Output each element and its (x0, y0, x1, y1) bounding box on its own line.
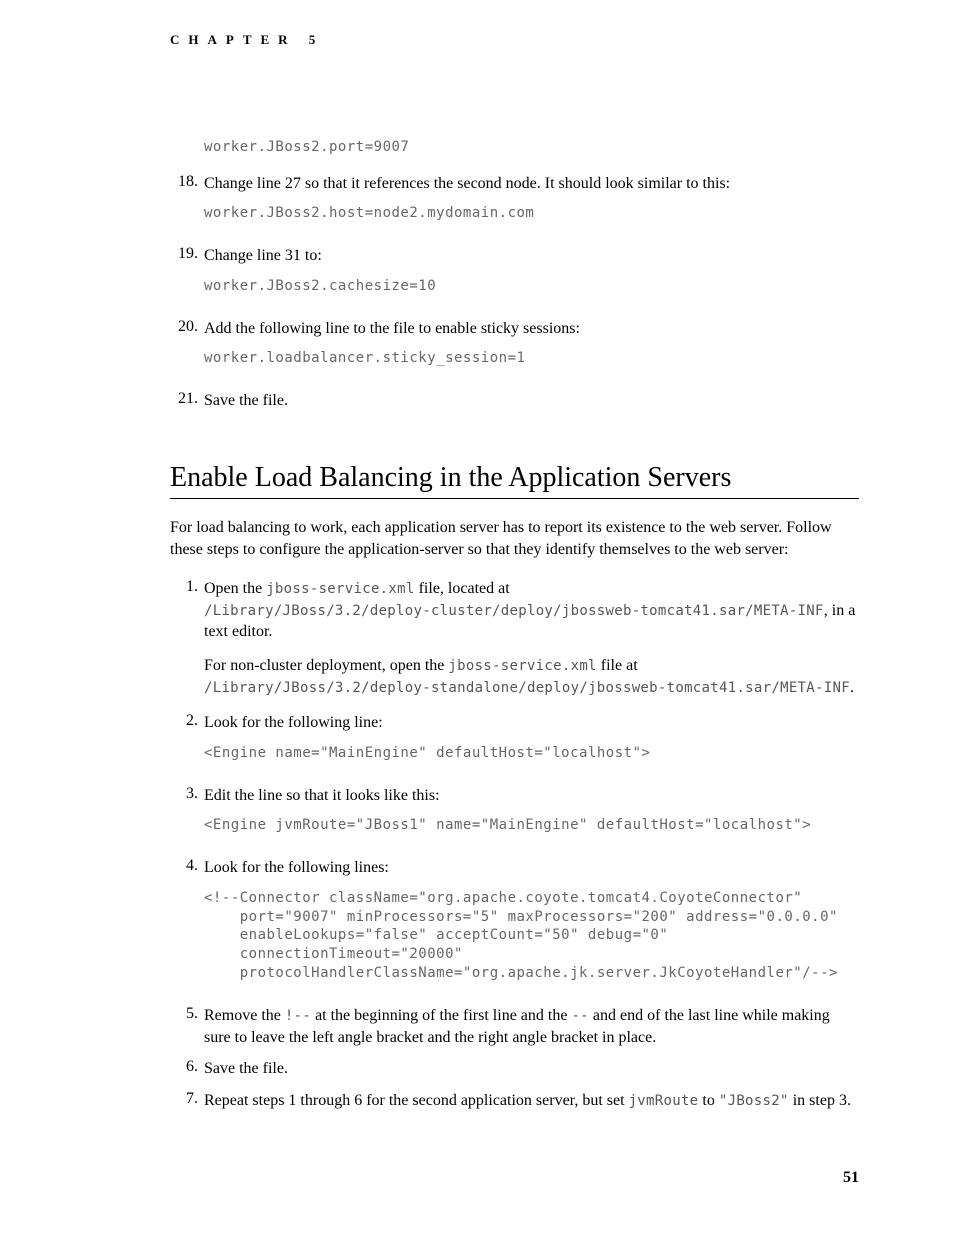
list-item: 2. Look for the following line: <Engine … (170, 712, 859, 778)
code-block: <!--Connector className="org.apache.coyo… (204, 889, 859, 983)
inline-code: jboss-service.xml (448, 658, 596, 674)
code-block: worker.JBoss2.port=9007 (204, 138, 859, 157)
inline-code: -- (571, 1008, 588, 1024)
list-number: 19. (170, 245, 204, 311)
list-item: 7. Repeat steps 1 through 6 for the seco… (170, 1090, 859, 1112)
text: Open the (204, 580, 266, 597)
text: to (698, 1092, 718, 1109)
text: file at (597, 657, 638, 674)
inline-code-path: /Library/JBoss/3.2/deploy-cluster/deploy… (204, 603, 824, 619)
text: . (850, 679, 854, 696)
text: file, located at (415, 580, 510, 597)
inline-code: "JBoss2" (719, 1093, 789, 1109)
list-text: Save the file. (204, 392, 288, 409)
list-item: 18. Change line 27 so that it references… (170, 173, 859, 239)
section-heading: Enable Load Balancing in the Application… (170, 462, 859, 494)
list-number: 7. (170, 1090, 204, 1112)
list-number: 20. (170, 318, 204, 384)
code-block: <Engine jvmRoute="JBoss1" name="MainEngi… (204, 816, 859, 835)
list-item: 4. Look for the following lines: <!--Con… (170, 857, 859, 999)
code-block: worker.JBoss2.host=node2.mydomain.com (204, 204, 859, 223)
text: at the beginning of the first line and t… (311, 1007, 571, 1024)
list-text: Edit the line so that it looks like this… (204, 787, 440, 804)
list-number: 2. (170, 712, 204, 778)
inline-code: jvmRoute (629, 1093, 699, 1109)
list-text: Change line 27 so that it references the… (204, 175, 730, 192)
list-text: Add the following line to the file to en… (204, 320, 580, 337)
text: in step 3. (789, 1092, 851, 1109)
list-item: 6. Save the file. (170, 1058, 859, 1080)
inline-code-path: /Library/JBoss/3.2/deploy-standalone/dep… (204, 680, 850, 696)
list-item: 1. Open the jboss-service.xml file, loca… (170, 578, 859, 698)
section-rule (170, 498, 859, 499)
chapter-label: CHAPTER 5 (170, 32, 859, 48)
code-block: worker.loadbalancer.sticky_session=1 (204, 349, 859, 368)
list-number: 21. (170, 390, 204, 412)
text: Remove the (204, 1007, 285, 1024)
list-item: 5. Remove the !-- at the beginning of th… (170, 1005, 859, 1048)
list-number: 3. (170, 785, 204, 851)
list-number: 18. (170, 173, 204, 239)
list-item: 3. Edit the line so that it looks like t… (170, 785, 859, 851)
code-block: worker.JBoss2.cachesize=10 (204, 277, 859, 296)
text: For non-cluster deployment, open the (204, 657, 448, 674)
code-block: <Engine name="MainEngine" defaultHost="l… (204, 744, 859, 763)
list-item: 19. Change line 31 to: worker.JBoss2.cac… (170, 245, 859, 311)
text: Repeat steps 1 through 6 for the second … (204, 1092, 629, 1109)
list-number: 1. (170, 578, 204, 698)
list-item: 21. Save the file. (170, 390, 859, 412)
inline-code: !-- (285, 1008, 311, 1024)
list-text: Look for the following line: (204, 714, 383, 731)
section-intro: For load balancing to work, each applica… (170, 517, 859, 560)
page-number: 51 (843, 1169, 859, 1187)
list-text: Change line 31 to: (204, 247, 322, 264)
list-number: 4. (170, 857, 204, 999)
list-text: Look for the following lines: (204, 859, 389, 876)
inline-code: jboss-service.xml (266, 581, 414, 597)
list-number: 6. (170, 1058, 204, 1080)
document-page: CHAPTER 5 worker.JBoss2.port=9007 18. Ch… (0, 0, 954, 1235)
list-text: Save the file. (204, 1060, 288, 1077)
list-number: 5. (170, 1005, 204, 1048)
list-item: 20. Add the following line to the file t… (170, 318, 859, 384)
